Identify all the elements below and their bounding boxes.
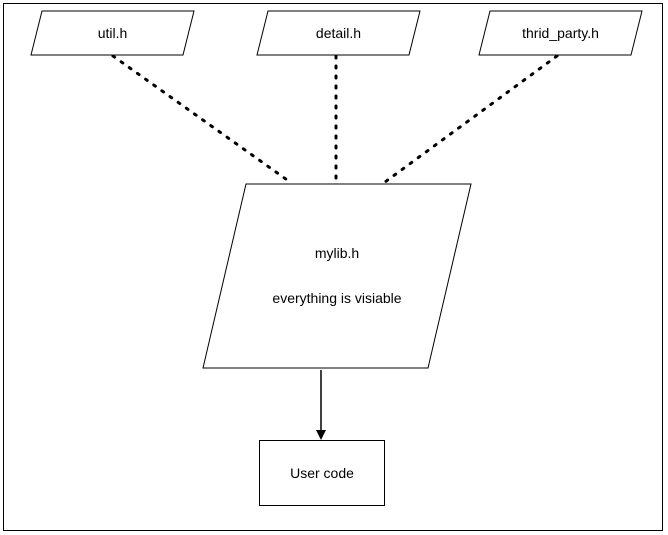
diagram-canvas: util.h detail.h thrid_party.h mylib.h ev… [0, 0, 668, 535]
edge-thirdparty-mylib [385, 56, 557, 182]
node-util: util.h [30, 10, 195, 56]
node-util-label: util.h [94, 20, 132, 47]
node-third-party: thrid_party.h [478, 10, 643, 56]
node-third-party-label: thrid_party.h [518, 20, 603, 47]
node-mylib: mylib.h everything is visiable [202, 183, 472, 369]
node-mylib-subtitle: everything is visiable [268, 285, 405, 312]
node-detail-label: detail.h [312, 20, 365, 47]
node-user-code: User code [259, 440, 385, 506]
edge-util-mylib [113, 56, 290, 182]
node-user-code-label: User code [290, 465, 354, 481]
node-detail: detail.h [256, 10, 421, 56]
node-mylib-label: mylib.h [311, 240, 363, 267]
arrowhead-icon [316, 430, 326, 440]
